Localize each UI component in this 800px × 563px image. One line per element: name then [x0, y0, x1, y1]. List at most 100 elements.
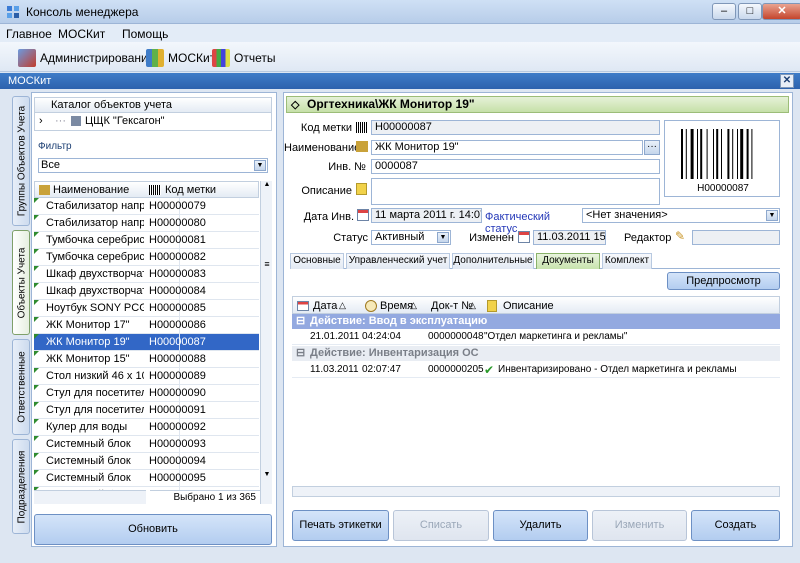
- table-row[interactable]: 11.03.2011 02:07:47 0000000205 ✔ Инвента…: [292, 362, 780, 378]
- toolbar-reports-button[interactable]: Отчеты: [212, 47, 275, 69]
- clock-icon: [365, 300, 377, 312]
- writeoff-button[interactable]: Списать: [393, 510, 489, 541]
- calendar-icon[interactable]: [357, 209, 369, 221]
- table-row[interactable]: Тумбочка серебрист... Н00000082: [34, 249, 259, 266]
- table-row[interactable]: Системный блок Н00000093: [34, 436, 259, 453]
- window-title: Консоль менеджера: [26, 5, 139, 19]
- collapse-icon[interactable]: ⊟: [296, 346, 305, 361]
- expand-arrow-icon[interactable]: ›: [39, 113, 43, 129]
- column-date[interactable]: Дата: [313, 300, 337, 312]
- group-row-commissioning[interactable]: ⊟ Действие: Ввод в эксплуатацию: [292, 314, 780, 329]
- table-row[interactable]: ЖК Монитор 19" Н00000087: [34, 334, 259, 351]
- chevron-down-icon[interactable]: ▼: [437, 232, 449, 243]
- table-row[interactable]: Шкаф двухстворчат... Н00000083: [34, 266, 259, 283]
- document-close-icon[interactable]: ✕: [780, 74, 794, 88]
- edit-button[interactable]: Изменить: [592, 510, 687, 541]
- tab-management[interactable]: Управленческий учет: [346, 253, 450, 269]
- cell-name: Тумбочка серебрист...: [46, 234, 144, 246]
- filter-select[interactable]: Все ▼: [38, 158, 268, 173]
- column-time[interactable]: Время: [380, 300, 413, 312]
- menu-item-main[interactable]: Главное: [6, 27, 52, 41]
- inv-label: Инв. №: [328, 161, 366, 173]
- cell-name: Стабилизатор напря...: [46, 200, 144, 212]
- tab-additional[interactable]: Дополнительные: [452, 253, 534, 269]
- vtab-departments[interactable]: Подразделения: [12, 439, 30, 534]
- preview-button[interactable]: Предпросмотр: [667, 272, 780, 290]
- table-row[interactable]: ЖК Монитор 17" Н00000086: [34, 317, 259, 334]
- menu-item-help[interactable]: Помощь: [122, 27, 168, 41]
- desc-field[interactable]: [371, 178, 660, 205]
- row-marker-icon: [34, 266, 39, 271]
- vtab-responsible[interactable]: Ответственные: [12, 339, 30, 435]
- table-row[interactable]: Кулер для воды Н00000092: [34, 419, 259, 436]
- documents-grid-hscroll[interactable]: [292, 486, 780, 497]
- actual-status-value: <Нет значения>: [586, 209, 668, 221]
- tab-documents[interactable]: Документы: [536, 253, 600, 269]
- minimize-button[interactable]: –: [712, 3, 736, 20]
- objects-grid-hscroll[interactable]: [34, 490, 146, 504]
- barcode-bar: [737, 129, 738, 179]
- cell-description: Инвентаризировано - Отдел маркетинга и р…: [498, 364, 737, 375]
- catalog-header: Каталог объектов учета: [34, 97, 272, 113]
- tab-main[interactable]: Основные: [290, 253, 344, 269]
- cell-name: Стол низкий 46 x 10...: [46, 370, 144, 382]
- name-browse-button[interactable]: ···: [644, 140, 660, 155]
- scroll-up-icon[interactable]: ▲: [262, 181, 272, 191]
- table-row[interactable]: Стул для посетител... Н00000091: [34, 402, 259, 419]
- print-label-button[interactable]: Печать этикетки: [292, 510, 389, 541]
- table-row[interactable]: Системный блок Н00000094: [34, 453, 259, 470]
- pencil-icon: ✎: [675, 229, 686, 243]
- collapse-icon[interactable]: ⊟: [296, 314, 305, 329]
- status-select[interactable]: Активный ▼: [371, 230, 451, 245]
- table-row[interactable]: Системный блок Н00000095: [34, 470, 259, 487]
- name-field[interactable]: ЖК Монитор 19": [371, 140, 643, 155]
- chevron-down-icon[interactable]: ▼: [766, 210, 778, 221]
- barcode-bar: [681, 129, 683, 179]
- inv-field[interactable]: 0000087: [371, 159, 660, 174]
- menu-item-moskit[interactable]: МОСКит: [58, 27, 105, 41]
- toolbar-moskit-button[interactable]: МОСКит: [146, 47, 215, 69]
- table-row[interactable]: Тумбочка серебрист... Н00000081: [34, 232, 259, 249]
- vtab-objects[interactable]: Объекты Учета: [12, 230, 30, 335]
- refresh-button[interactable]: Обновить: [34, 514, 272, 545]
- title-bar: Консоль менеджера – □ ✕: [0, 0, 800, 24]
- table-row[interactable]: 21.01.2011 04:24:04 0000000048 "Отдел ма…: [292, 329, 780, 345]
- tab-kit[interactable]: Комплект: [602, 253, 652, 269]
- cell-code: Н00000087: [149, 336, 206, 348]
- cell-name: Стул для посетител...: [46, 404, 144, 416]
- column-name[interactable]: Наименование: [53, 184, 129, 196]
- column-code[interactable]: Код метки: [165, 184, 216, 196]
- maximize-button[interactable]: □: [738, 3, 762, 20]
- column-doc[interactable]: Док-т №: [431, 300, 473, 312]
- close-button[interactable]: ✕: [762, 3, 800, 20]
- table-row[interactable]: Стабилизатор напря... Н00000080: [34, 215, 259, 232]
- cell-name: Системный блок: [46, 472, 131, 484]
- group-row-inventory[interactable]: ⊟ Действие: Инвентаризация ОС: [292, 346, 780, 361]
- vtab-object-groups[interactable]: Группы Объектов Учета: [12, 96, 30, 226]
- row-marker-icon: [34, 215, 39, 220]
- name-column-icon: [39, 185, 50, 195]
- actual-status-select[interactable]: <Нет значения> ▼: [582, 208, 780, 223]
- catalog-root-node[interactable]: › ··· ЦЩК "Гексагон": [34, 113, 272, 131]
- table-row[interactable]: Стол низкий 46 x 10... Н00000089: [34, 368, 259, 385]
- toolbar-reports-label: Отчеты: [234, 51, 276, 65]
- scroll-thumb-grip[interactable]: ≡: [262, 259, 272, 269]
- table-row[interactable]: Ноутбук SONY PCG-7... Н00000085: [34, 300, 259, 317]
- table-row[interactable]: ЖК Монитор 15" Н00000088: [34, 351, 259, 368]
- cell-description: "Отдел маркетинга и рекламы": [484, 331, 628, 342]
- cell-name: Тумбочка серебрист...: [46, 251, 144, 263]
- toolbar-admin-button[interactable]: Администрирование: [18, 47, 154, 69]
- changed-field: 11.03.2011 15:5: [533, 230, 606, 245]
- table-row[interactable]: Стул для посетител... Н00000090: [34, 385, 259, 402]
- vtab-objects-label: Объекты Учета: [16, 247, 28, 318]
- table-row[interactable]: Шкаф двухстворчат... Н00000084: [34, 283, 259, 300]
- column-description[interactable]: Описание: [503, 300, 554, 312]
- scroll-down-icon[interactable]: ▼: [262, 471, 272, 481]
- objects-grid-scrollbar[interactable]: ▲ ≡ ▼: [260, 181, 272, 504]
- chevron-down-icon[interactable]: ▼: [254, 160, 266, 171]
- delete-button[interactable]: Удалить: [493, 510, 588, 541]
- create-button[interactable]: Создать: [691, 510, 780, 541]
- row-marker-icon: [34, 249, 39, 254]
- barcode-bar: [700, 129, 703, 179]
- table-row[interactable]: Стабилизатор напря... Н00000079: [34, 198, 259, 215]
